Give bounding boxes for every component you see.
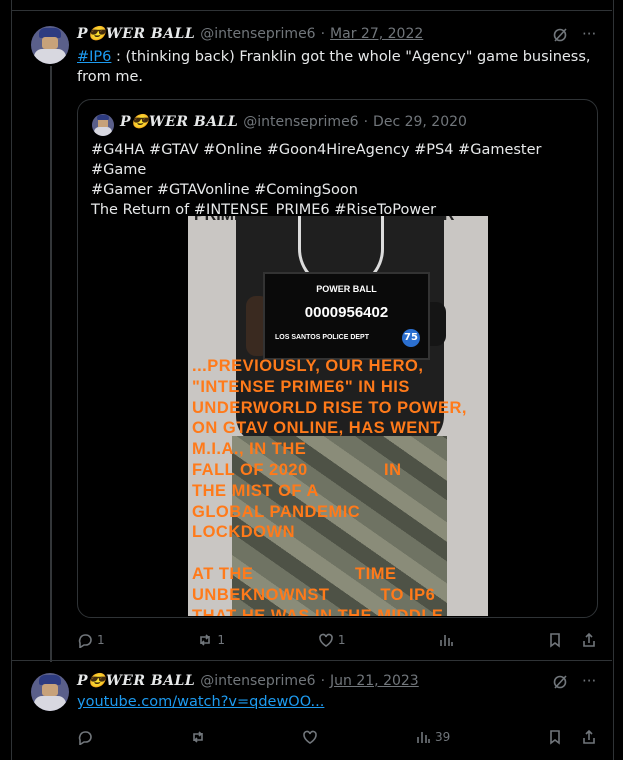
separator-dot: · xyxy=(363,114,369,130)
quoted-header: P😎WER BALL @intenseprime6 · Dec 29, 2020 xyxy=(120,114,467,130)
mugshot-placard: POWER BALL 0000956402 LOS SANTOS POLICE … xyxy=(263,272,430,360)
tweet-header-icons: ··· xyxy=(552,27,596,43)
quoted-avatar xyxy=(92,114,114,136)
placard-title: POWER BALL xyxy=(316,284,377,294)
views-button[interactable]: 39 xyxy=(415,729,450,745)
tweet-divider xyxy=(12,660,612,661)
views-button[interactable] xyxy=(438,632,454,648)
quoted-text: #G4HA #GTAV #Online #Goon4HireAgency #PS… xyxy=(91,140,586,220)
repost-icon xyxy=(192,731,203,743)
view-count: 39 xyxy=(435,730,451,744)
youtube-link[interactable]: youtube.com/watch?v=qdewOO... xyxy=(77,694,324,710)
repost-button[interactable] xyxy=(190,729,206,745)
hashtag-link[interactable]: #IP6 xyxy=(77,49,111,65)
bookmark-icon[interactable] xyxy=(547,632,563,648)
tweet-date[interactable]: Jun 21, 2023 xyxy=(330,673,419,689)
placard-number: 0000956402 xyxy=(304,304,389,321)
share-icon[interactable] xyxy=(581,729,597,745)
quoted-media-image[interactable]: PRIME6 POWER POWER BALL 0000956402 LOS S… xyxy=(188,216,488,616)
tweet-date[interactable]: Mar 27, 2022 xyxy=(330,26,423,42)
share-icon[interactable] xyxy=(581,632,597,648)
user-handle[interactable]: @intenseprime6 xyxy=(200,26,315,42)
tweet-header: P😎WER BALL @intenseprime6 · Mar 27, 2022 xyxy=(77,26,423,42)
reply-button[interactable]: 1 xyxy=(77,632,105,648)
reply-count: 1 xyxy=(97,633,105,647)
top-divider xyxy=(11,10,612,11)
quoted-tweet[interactable]: P😎WER BALL @intenseprime6 · Dec 29, 2020… xyxy=(77,99,598,618)
grok-icon[interactable] xyxy=(552,674,568,690)
like-button[interactable]: 1 xyxy=(318,632,346,648)
placard-badge: 75 xyxy=(402,329,420,347)
quoted-hashtags-line2: #Gamer #GTAVonline #ComingSoon xyxy=(91,182,358,198)
reply-icon xyxy=(78,634,92,648)
tweet-text: #IP6 : (thinking back) Franklin got the … xyxy=(77,47,597,87)
display-name[interactable]: P😎WER BALL xyxy=(77,26,195,42)
views-icon xyxy=(417,732,430,743)
quoted-hashtags-line1: #G4HA #GTAV #Online #Goon4HireAgency #PS… xyxy=(91,142,542,178)
display-name[interactable]: P😎WER BALL xyxy=(77,673,195,689)
tweet-actions: 1 1 1 xyxy=(77,632,597,648)
thread-line xyxy=(50,66,52,662)
user-handle[interactable]: @intenseprime6 xyxy=(200,673,315,689)
avatar[interactable] xyxy=(31,673,69,711)
separator-dot: · xyxy=(320,673,326,689)
views-icon xyxy=(440,635,454,646)
repost-button[interactable]: 1 xyxy=(197,632,225,648)
quoted-date: Dec 29, 2020 xyxy=(373,114,467,130)
repost-icon xyxy=(200,634,211,646)
quoted-display-name: P😎WER BALL xyxy=(120,114,239,130)
more-icon[interactable]: ··· xyxy=(582,27,596,43)
tweet-header-icons: ··· xyxy=(552,674,596,690)
tweet-body: : (thinking back) Franklin got the whole… xyxy=(77,49,591,85)
like-icon xyxy=(319,633,333,647)
bookmark-icon[interactable] xyxy=(547,729,563,745)
separator-dot: · xyxy=(320,26,326,42)
avatar[interactable] xyxy=(31,26,69,64)
like-icon xyxy=(303,730,318,744)
tweet-actions: 39 xyxy=(77,729,597,745)
quoted-handle: @intenseprime6 xyxy=(243,114,359,130)
like-count: 1 xyxy=(337,633,346,647)
repost-count: 1 xyxy=(217,633,226,647)
like-button[interactable] xyxy=(302,729,318,745)
reply-button[interactable] xyxy=(77,729,93,745)
more-icon[interactable]: ··· xyxy=(582,674,596,690)
reply-icon xyxy=(78,731,92,745)
grok-icon[interactable] xyxy=(552,27,568,43)
media-overlay-text: ...PREVIOUSLY, OUR HERO, "INTENSE PRIME6… xyxy=(192,357,467,616)
placard-dept: LOS SANTOS POLICE DEPT xyxy=(275,334,369,341)
tweet-header: P😎WER BALL @intenseprime6 · Jun 21, 2023 xyxy=(77,673,419,689)
